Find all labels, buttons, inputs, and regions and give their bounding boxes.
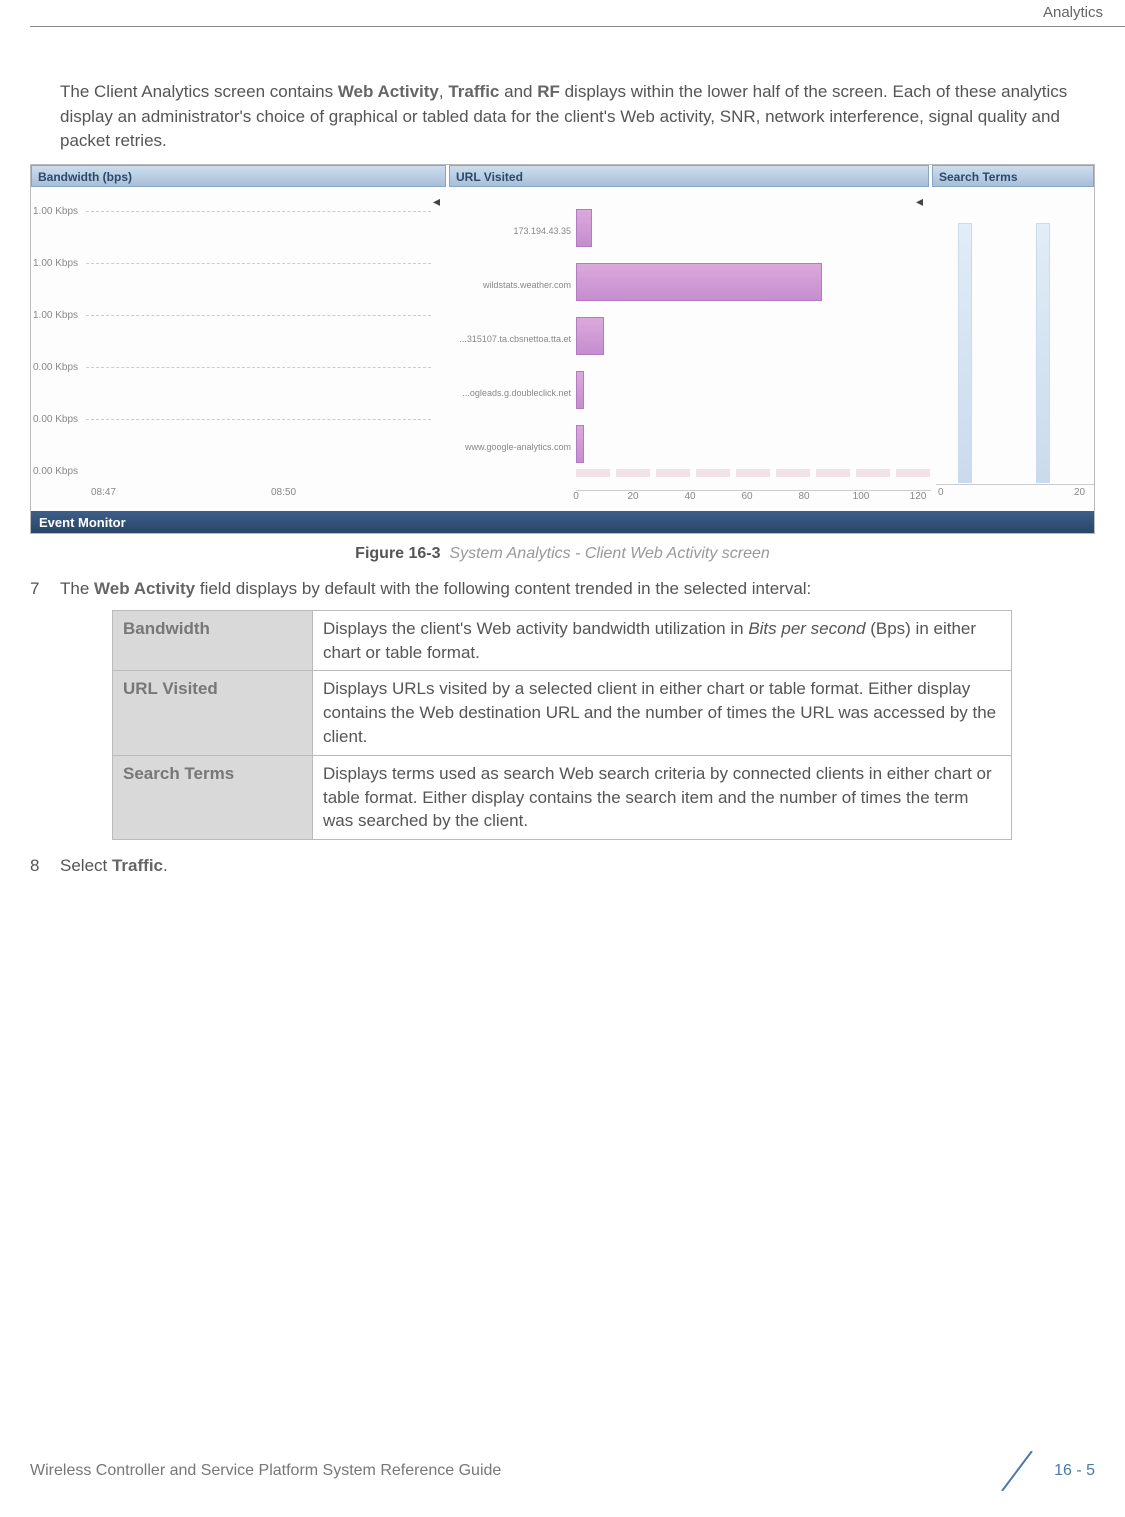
- intro-sep2: and: [499, 82, 537, 101]
- table-row: Bandwidth Displays the client's Web acti…: [113, 610, 1012, 671]
- st-bar: [958, 223, 972, 483]
- def-desc-pre: Displays the client's Web activity bandw…: [323, 619, 748, 638]
- bw-ytick: 1.00 Kbps: [33, 309, 78, 324]
- url-category: 173.194.43.35: [451, 225, 571, 238]
- table-row: URL Visited Displays URLs visited by a s…: [113, 671, 1012, 755]
- step-number: 7: [30, 577, 60, 602]
- def-desc: Displays terms used as search Web search…: [313, 755, 1012, 839]
- bw-gridline: [86, 315, 431, 316]
- bw-gridline: [86, 367, 431, 368]
- figure-number: Figure 16-3: [355, 545, 440, 562]
- url-bar: [576, 371, 584, 409]
- step-8: 8 Select Traffic.: [30, 854, 1095, 879]
- intro-pre: The Client Analytics screen contains: [60, 82, 338, 101]
- url-xtick: 0: [573, 490, 579, 505]
- bandwidth-chart: 1.00 Kbps 1.00 Kbps 1.00 Kbps 0.00 Kbps …: [31, 195, 431, 505]
- footer-left: Wireless Controller and Service Platform…: [30, 1459, 501, 1482]
- bw-gridline: [86, 263, 431, 264]
- def-desc-pre: Displays terms used as search Web search…: [323, 764, 992, 831]
- st-bar: [1036, 223, 1050, 483]
- page-content: The Client Analytics screen contains Web…: [30, 80, 1095, 887]
- url-bar: [576, 263, 822, 301]
- step7-pre: The: [60, 579, 94, 598]
- step8-pre: Select: [60, 856, 112, 875]
- figure-description: System Analytics - Client Web Activity s…: [449, 545, 769, 562]
- url-chart: 173.194.43.35 wildstats.weather.com ...3…: [451, 195, 931, 505]
- page-footer: Wireless Controller and Service Platform…: [30, 1451, 1095, 1491]
- url-xtick: 100: [853, 490, 870, 505]
- bw-ytick: 0.00 Kbps: [33, 361, 78, 376]
- url-bar: [576, 317, 604, 355]
- bw-ytick: 0.00 Kbps: [33, 413, 78, 428]
- st-xtick: 0: [938, 486, 944, 501]
- step-7: 7 The Web Activity field displays by def…: [30, 577, 1095, 602]
- panel-title-url: URL Visited: [449, 165, 929, 187]
- panel-title-search: Search Terms: [932, 165, 1094, 187]
- bw-ytick: 1.00 Kbps: [33, 205, 78, 220]
- search-terms-chart: 0 20: [936, 195, 1095, 505]
- step-text: The Web Activity field displays by defau…: [60, 577, 811, 602]
- url-category: www.google-analytics.com: [451, 441, 571, 454]
- definitions-table: Bandwidth Displays the client's Web acti…: [112, 610, 1012, 840]
- step7-term: Web Activity: [94, 579, 195, 598]
- def-desc: Displays the client's Web activity bandw…: [313, 610, 1012, 671]
- step8-post: .: [163, 856, 168, 875]
- url-category: ...ogleads.g.doubleclick.net: [451, 387, 571, 400]
- url-xtick: 60: [741, 490, 752, 505]
- collapse-icon[interactable]: ◂: [433, 191, 440, 211]
- url-bar: [576, 209, 592, 247]
- def-desc-italic: Bits per second: [748, 619, 865, 638]
- st-xtick: 20: [1074, 486, 1085, 501]
- intro-term-web-activity: Web Activity: [338, 82, 439, 101]
- header-section-label: Analytics: [1043, 2, 1103, 24]
- panel-title-bandwidth: Bandwidth (bps): [31, 165, 446, 187]
- url-xtick: 20: [627, 490, 638, 505]
- def-label: URL Visited: [113, 671, 313, 755]
- intro-sep1: ,: [439, 82, 448, 101]
- step8-term: Traffic: [112, 856, 163, 875]
- bw-ytick: 0.00 Kbps: [33, 465, 78, 480]
- bw-gridline: [86, 419, 431, 420]
- table-row: Search Terms Displays terms used as sear…: [113, 755, 1012, 839]
- figure-caption: Figure 16-3 System Analytics - Client We…: [30, 542, 1095, 565]
- def-desc-pre: Displays URLs visited by a selected clie…: [323, 679, 996, 746]
- url-tickmarks: [576, 469, 931, 477]
- page-number: 16 - 5: [1054, 1459, 1095, 1482]
- bw-ytick: 1.00 Kbps: [33, 257, 78, 272]
- footer-slash-icon: [992, 1451, 1042, 1491]
- screenshot-figure: Bandwidth (bps) URL Visited Search Terms…: [30, 164, 1095, 534]
- url-xtick: 80: [798, 490, 809, 505]
- url-xtick: 40: [684, 490, 695, 505]
- intro-term-rf: RF: [537, 82, 560, 101]
- bw-xtick: 08:47: [91, 486, 116, 501]
- bw-xtick: 08:50: [271, 486, 296, 501]
- def-desc: Displays URLs visited by a selected clie…: [313, 671, 1012, 755]
- url-category: ...315107.ta.cbsnettoa.tta.et: [451, 333, 571, 346]
- footer-right: 16 - 5: [992, 1451, 1095, 1491]
- def-label: Search Terms: [113, 755, 313, 839]
- url-bar: [576, 425, 584, 463]
- def-label: Bandwidth: [113, 610, 313, 671]
- url-xtick: 120: [910, 490, 927, 505]
- st-xaxis: [936, 484, 1095, 485]
- step-number: 8: [30, 854, 60, 879]
- step-text: Select Traffic.: [60, 854, 168, 879]
- bw-gridline: [86, 211, 431, 212]
- url-category: wildstats.weather.com: [451, 279, 571, 292]
- intro-paragraph: The Client Analytics screen contains Web…: [60, 80, 1095, 154]
- event-monitor-bar[interactable]: Event Monitor: [31, 511, 1094, 533]
- header-rule: [30, 26, 1125, 27]
- step7-post: field displays by default with the follo…: [195, 579, 811, 598]
- intro-term-traffic: Traffic: [448, 82, 499, 101]
